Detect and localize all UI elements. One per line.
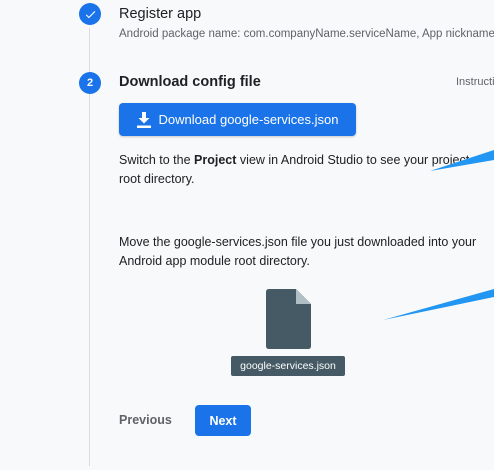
next-button[interactable]: Next [195,405,251,436]
arrow-to-module-dir [383,289,494,320]
file-icon [266,289,311,349]
pointer-arrows [383,150,494,320]
file-name-label: google-services.json [231,356,345,376]
previous-button[interactable]: Previous [119,413,172,427]
arrow-to-project-view [430,150,494,171]
